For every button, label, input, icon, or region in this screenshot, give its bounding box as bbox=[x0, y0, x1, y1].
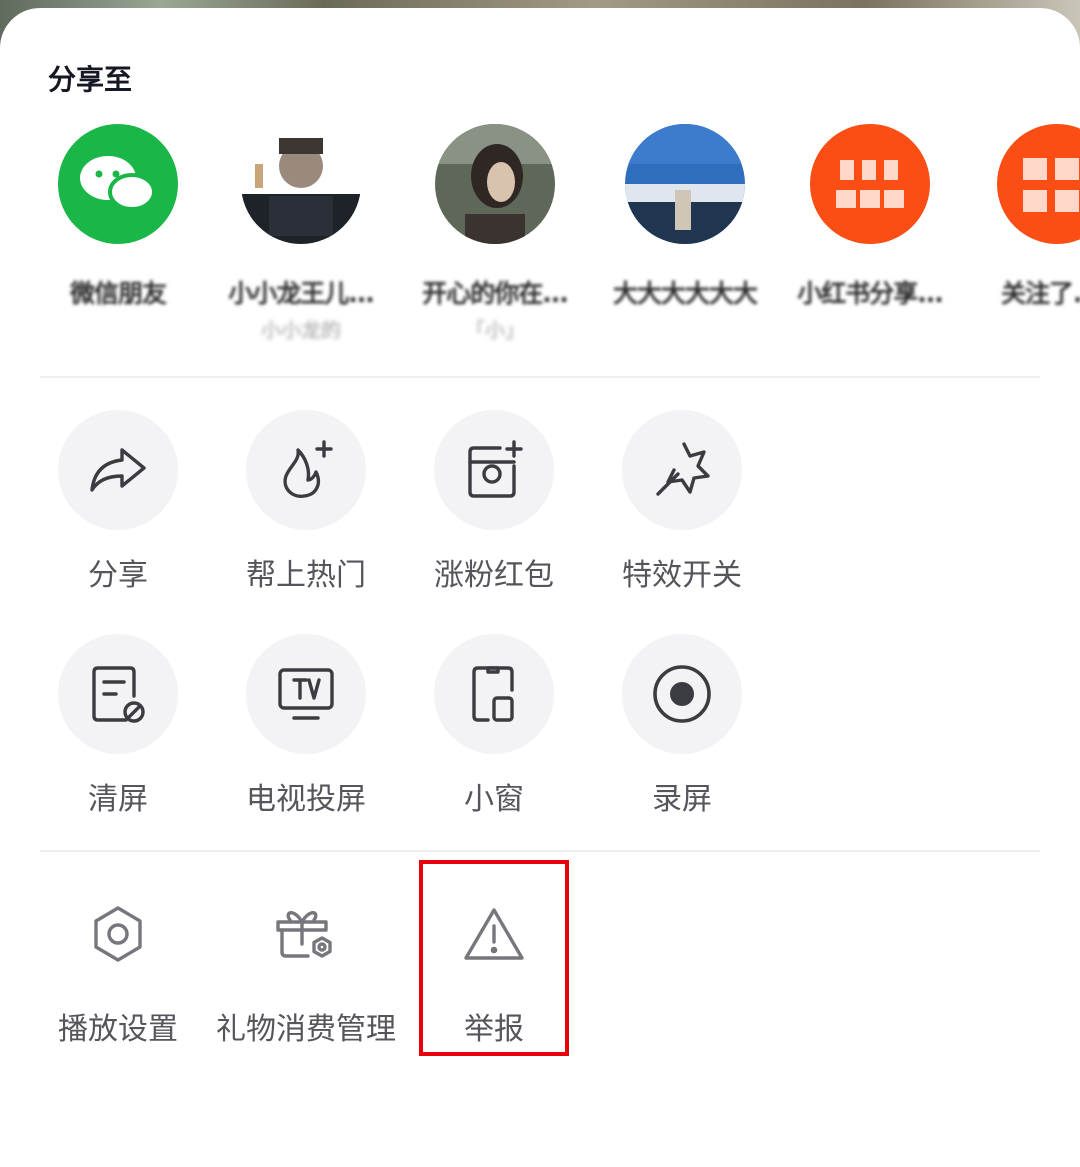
action-label: 电视投屏 bbox=[246, 782, 366, 817]
action-label: 播放设置 bbox=[58, 1012, 178, 1047]
avatar bbox=[435, 124, 555, 244]
screen-record-button[interactable]: 录屏 bbox=[588, 634, 776, 818]
share-arrow-icon bbox=[58, 410, 178, 530]
playback-settings-button[interactable]: 播放设置 bbox=[24, 884, 212, 1048]
flame-plus-icon bbox=[246, 410, 366, 530]
avatar bbox=[997, 124, 1080, 244]
contact-subtitle: 小小龙的 bbox=[261, 318, 341, 342]
tv-cast-icon bbox=[246, 634, 366, 754]
gift-spending-management-button[interactable]: 礼物消费管理 bbox=[212, 884, 400, 1048]
magic-wand-icon bbox=[622, 410, 742, 530]
action-label: 帮上热门 bbox=[246, 558, 366, 593]
contact-name: 大大大大大大 bbox=[612, 279, 758, 308]
clear-screen-button[interactable]: 清屏 bbox=[24, 634, 212, 818]
contact-subtitle: 「小」 bbox=[465, 318, 525, 342]
action-label: 礼物消费管理 bbox=[216, 1012, 396, 1047]
divider bbox=[40, 850, 1040, 852]
mini-window-icon bbox=[434, 634, 554, 754]
contact-friend-2[interactable]: 开心的你在... 「小」 bbox=[410, 124, 580, 343]
contact-friend-4[interactable]: 小红书分享... bbox=[785, 124, 955, 310]
boost-hot-button[interactable]: 帮上热门 bbox=[212, 410, 400, 594]
contact-name: 微信朋友 bbox=[69, 279, 167, 308]
action-label: 分享 bbox=[88, 558, 148, 593]
divider bbox=[40, 376, 1040, 378]
action-label: 录屏 bbox=[652, 782, 712, 817]
tv-cast-button[interactable]: 电视投屏 bbox=[212, 634, 400, 818]
contact-friend-5[interactable]: 关注了... bbox=[975, 124, 1080, 310]
mini-window-button[interactable]: 小窗 bbox=[400, 634, 588, 818]
contact-name: 开心的你在... bbox=[422, 279, 569, 308]
contact-name: 关注了... bbox=[1001, 279, 1080, 308]
effects-toggle-button[interactable]: 特效开关 bbox=[588, 410, 776, 594]
hex-gear-icon bbox=[58, 884, 178, 984]
avatar bbox=[810, 124, 930, 244]
wechat-icon bbox=[58, 124, 178, 244]
share-title: 分享至 bbox=[48, 63, 133, 96]
photo-plus-icon bbox=[434, 410, 554, 530]
contact-friend-1[interactable]: 小小龙王儿... 小小龙的 bbox=[216, 124, 386, 343]
report-highlight-box bbox=[419, 860, 569, 1056]
action-label: 特效开关 bbox=[622, 558, 742, 593]
action-label: 清屏 bbox=[88, 782, 148, 817]
contact-friend-3[interactable]: 大大大大大大 bbox=[600, 124, 770, 310]
contact-wechat[interactable]: 微信朋友 bbox=[33, 124, 203, 310]
action-label: 小窗 bbox=[464, 782, 524, 817]
share-button[interactable]: 分享 bbox=[24, 410, 212, 594]
action-label: 涨粉红包 bbox=[434, 558, 554, 593]
contact-name: 小红书分享... bbox=[797, 279, 944, 308]
avatar bbox=[241, 124, 361, 244]
clear-screen-icon bbox=[58, 634, 178, 754]
avatar bbox=[625, 124, 745, 244]
record-icon bbox=[622, 634, 742, 754]
gift-gear-icon bbox=[246, 884, 366, 984]
contact-name: 小小龙王儿... bbox=[228, 279, 375, 308]
fan-red-packet-button[interactable]: 涨粉红包 bbox=[400, 410, 588, 594]
